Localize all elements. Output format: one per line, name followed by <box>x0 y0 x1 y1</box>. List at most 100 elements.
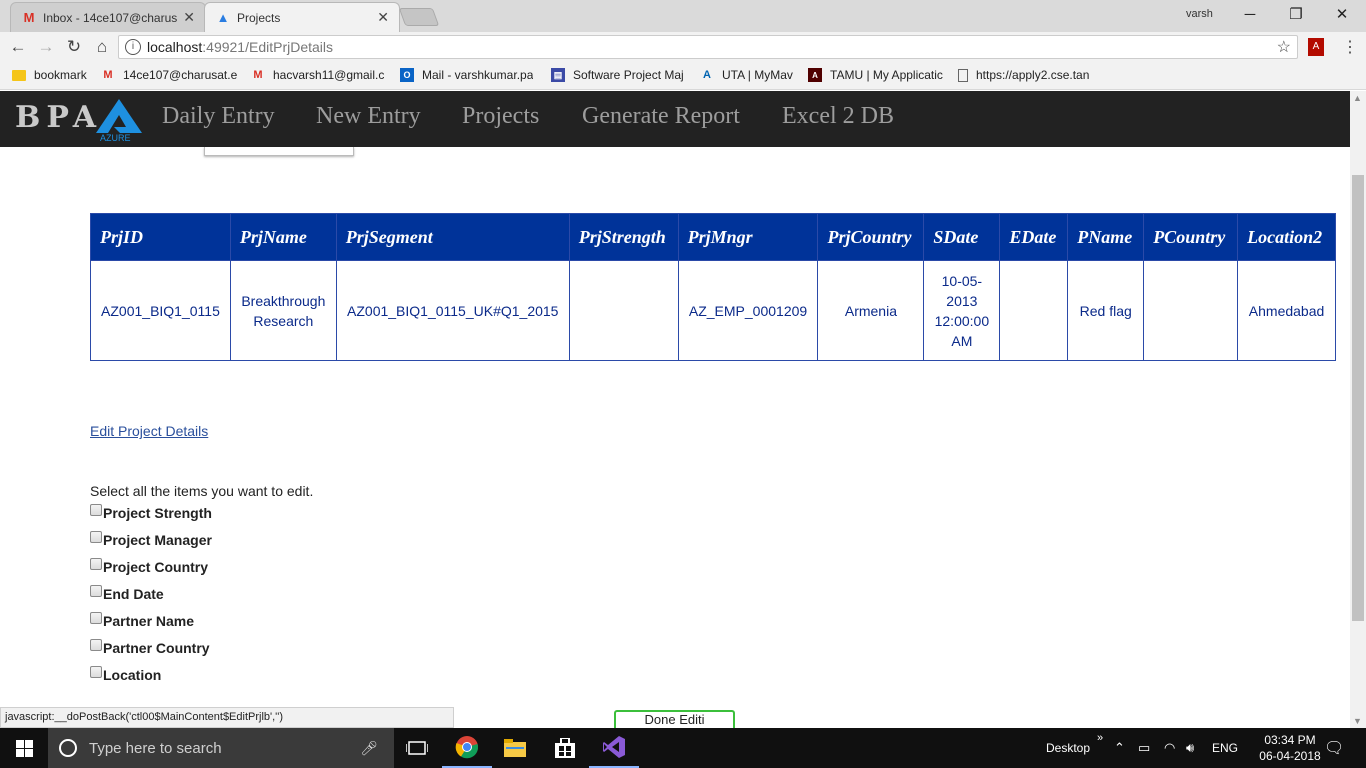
taskbar-clock[interactable]: 03:34 PM 06-04-2018 <box>1254 732 1326 764</box>
option-label: End Date <box>103 586 164 602</box>
nav-generate-report[interactable]: Generate Report <box>582 103 740 130</box>
cell-location2: Ahmedabad <box>1237 260 1336 361</box>
visual-studio-icon[interactable] <box>589 728 639 768</box>
bookmark-item[interactable]: O Mail - varshkumar.pa <box>400 68 536 82</box>
chrome-icon[interactable] <box>442 728 492 768</box>
close-icon[interactable]: ✕ <box>377 9 389 26</box>
option-location[interactable]: Location <box>90 666 161 683</box>
column-header: EDate <box>999 213 1069 261</box>
desktop-toolbar-label[interactable]: Desktop <box>1046 728 1090 768</box>
option-project-strength[interactable]: Project Strength <box>90 504 212 521</box>
bookmark-item[interactable]: A UTA | MyMav <box>700 68 796 82</box>
column-header: PrjMngr <box>677 213 819 261</box>
taskbar-search-box[interactable]: Type here to search 🎤︎ <box>48 728 394 768</box>
bookmarks-bar: bookmark M 14ce107@charusat.e M hacvarsh… <box>0 62 1366 90</box>
bookmark-label: Software Project Maj <box>573 68 684 82</box>
bookmark-label: Mail - varshkumar.pa <box>422 68 534 82</box>
pdf-extension-icon[interactable]: A <box>1308 38 1324 56</box>
wifi-icon[interactable]: ◠ <box>1164 728 1175 768</box>
sheet-icon: ▤ <box>551 68 565 82</box>
checkbox[interactable] <box>90 585 102 597</box>
show-hidden-icons-chevron-up-icon[interactable]: ⌃ <box>1114 728 1125 768</box>
option-partner-country[interactable]: Partner Country <box>90 639 210 656</box>
minimize-icon[interactable]: ─ <box>1230 4 1270 26</box>
reload-icon[interactable]: ↻ <box>62 36 86 58</box>
cell-prjstrength <box>568 260 679 361</box>
folder-icon <box>12 69 26 81</box>
restore-icon[interactable]: ❐ <box>1276 4 1316 26</box>
tab-inbox[interactable]: M Inbox - 14ce107@charus ✕ <box>10 2 206 32</box>
outlook-icon: O <box>400 68 414 82</box>
cortana-icon <box>59 739 77 757</box>
forward-icon[interactable]: → <box>34 36 58 58</box>
clock-date: 06-04-2018 <box>1259 749 1321 763</box>
nav-projects[interactable]: Projects <box>462 103 539 130</box>
select-items-label: Select all the items you want to edit. <box>90 483 314 499</box>
bookmark-item[interactable]: https://apply2.cse.tan <box>958 68 1096 82</box>
close-icon[interactable]: ✕ <box>183 9 195 26</box>
battery-icon[interactable]: ▭ <box>1138 728 1150 768</box>
bookmark-item[interactable]: bookmark <box>12 68 87 82</box>
option-end-date[interactable]: End Date <box>90 585 164 602</box>
done-editing-button[interactable]: Done Editi <box>614 710 735 728</box>
browser-toolbar: ← → ↻ ⌂ i localhost :49921/EditPrjDetail… <box>0 32 1366 62</box>
profile-name[interactable]: varsh <box>1186 8 1213 20</box>
column-header: SDate <box>923 213 1001 261</box>
windows-start-icon[interactable] <box>0 728 48 768</box>
bookmark-item[interactable]: M 14ce107@charusat.e <box>101 68 238 82</box>
edit-project-details-link[interactable]: Edit Project Details <box>90 423 208 439</box>
info-icon[interactable]: i <box>125 39 141 55</box>
file-explorer-icon[interactable] <box>490 728 540 768</box>
cell-edate <box>999 260 1069 361</box>
bookmark-item[interactable]: M hacvarsh11@gmail.c <box>251 68 387 82</box>
nav-excel-2-db[interactable]: Excel 2 DB <box>782 103 894 130</box>
project-details-table: PrjID PrjName PrjSegment PrjStrength Prj… <box>90 213 1336 361</box>
menu-icon[interactable]: ⋮ <box>1342 37 1358 57</box>
cell-pname: Red flag <box>1067 260 1145 361</box>
language-indicator[interactable]: ENG <box>1212 728 1238 768</box>
checkbox[interactable] <box>90 558 102 570</box>
nav-daily-entry[interactable]: Daily Entry <box>162 103 275 130</box>
scroll-down-icon[interactable]: ▼ <box>1353 716 1362 726</box>
window-close-icon[interactable]: ✕ <box>1322 4 1362 26</box>
cell-prjsegment: AZ001_BIQ1_0115_UK#Q1_2015 <box>335 260 570 361</box>
task-view-icon[interactable] <box>392 728 442 768</box>
page-icon <box>958 68 968 82</box>
gmail-icon: M <box>253 69 263 81</box>
notifications-icon[interactable]: 🗨︎ <box>1324 728 1344 768</box>
checkbox[interactable] <box>90 666 102 678</box>
nav-new-entry[interactable]: New Entry <box>316 103 421 130</box>
column-header: Location2 <box>1237 213 1336 261</box>
bookmark-label: TAMU | My Applicatic <box>830 68 943 82</box>
scrollbar-thumb[interactable] <box>1352 175 1364 621</box>
address-bar[interactable]: i localhost :49921/EditPrjDetails ☆ <box>118 35 1298 59</box>
brand-title[interactable]: BPA <box>15 100 102 135</box>
home-icon[interactable]: ⌂ <box>90 36 114 58</box>
new-tab-button[interactable] <box>398 8 440 26</box>
checkbox[interactable] <box>90 612 102 624</box>
option-label: Project Strength <box>103 505 212 521</box>
scroll-up-icon[interactable]: ▲ <box>1353 93 1362 103</box>
column-header: PrjName <box>229 213 337 261</box>
page-scrollbar[interactable]: ▲ ▼ <box>1350 91 1366 728</box>
checkbox[interactable] <box>90 531 102 543</box>
option-partner-name[interactable]: Partner Name <box>90 612 194 629</box>
tab-title: Projects <box>237 10 281 25</box>
checkbox[interactable] <box>90 639 102 651</box>
back-icon[interactable]: ← <box>6 36 30 58</box>
microphone-icon[interactable]: 🎤︎ <box>360 740 378 757</box>
option-project-country[interactable]: Project Country <box>90 558 208 575</box>
store-icon[interactable] <box>540 728 590 768</box>
option-project-manager[interactable]: Project Manager <box>90 531 212 548</box>
checkbox[interactable] <box>90 504 102 516</box>
chevron-right-icon[interactable]: » <box>1097 718 1103 758</box>
bookmark-item[interactable]: ▤ Software Project Maj <box>551 68 687 82</box>
tab-title: Inbox - 14ce107@charus <box>43 10 178 25</box>
uta-icon: A <box>703 69 711 81</box>
app-navbar: BPA AZURE Daily Entry New Entry Projects… <box>0 91 1350 147</box>
volume-icon[interactable]: 🔊︎ <box>1186 728 1194 768</box>
option-label: Partner Country <box>103 640 210 656</box>
bookmark-item[interactable]: A TAMU | My Applicatic <box>808 68 946 82</box>
bookmark-star-icon[interactable]: ☆ <box>1277 37 1291 57</box>
tab-projects[interactable]: ▲ Projects ✕ <box>204 2 400 32</box>
